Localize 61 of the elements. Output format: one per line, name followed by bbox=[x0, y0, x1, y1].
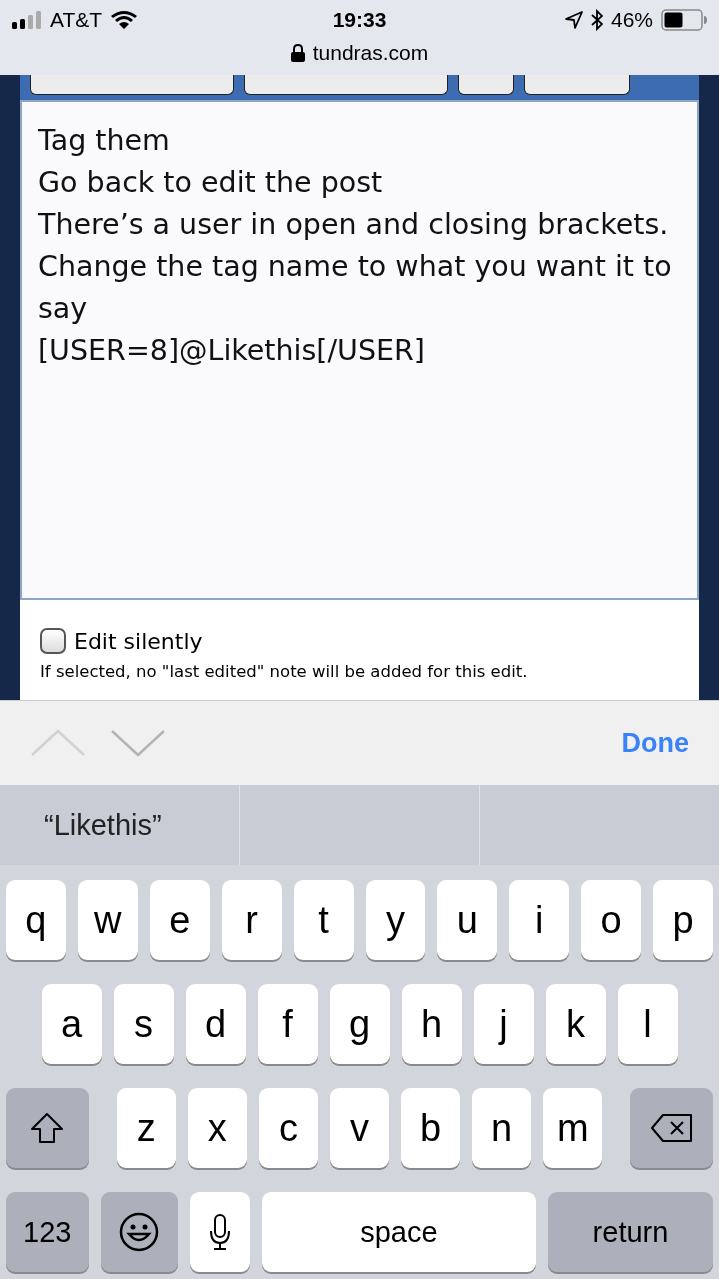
address-url[interactable]: tundras.com bbox=[312, 41, 429, 65]
letter-key[interactable]: i bbox=[509, 880, 570, 960]
text-line: Go back to edit the post bbox=[38, 165, 384, 201]
checkbox[interactable] bbox=[40, 628, 66, 654]
letter-key[interactable]: p bbox=[653, 880, 714, 960]
letter-key[interactable]: z bbox=[116, 1088, 176, 1168]
letter-key[interactable]: v bbox=[329, 1088, 390, 1168]
wifi-icon bbox=[110, 10, 139, 30]
letter-key[interactable]: h bbox=[401, 984, 462, 1064]
return-key[interactable]: return bbox=[548, 1192, 713, 1272]
location-arrow-icon bbox=[564, 11, 583, 29]
letter-key[interactable]: u bbox=[437, 880, 498, 960]
letter-key[interactable]: a bbox=[41, 984, 102, 1064]
letter-key[interactable]: r bbox=[221, 880, 282, 960]
space-key[interactable]: space bbox=[261, 1192, 536, 1272]
delete-key[interactable] bbox=[630, 1088, 713, 1168]
shift-icon bbox=[30, 1112, 65, 1144]
letter-key[interactable]: s bbox=[113, 984, 174, 1064]
battery-icon bbox=[661, 9, 707, 31]
toolbar-button-group[interactable] bbox=[30, 75, 234, 95]
letter-key[interactable]: m bbox=[543, 1088, 603, 1168]
letter-key[interactable]: g bbox=[329, 984, 390, 1064]
letter-key[interactable]: n bbox=[472, 1088, 532, 1168]
checkbox-label[interactable]: Edit silently bbox=[74, 628, 203, 654]
hint-text: If selected, no "last edited" note will be added for this edit. bbox=[40, 662, 529, 681]
carrier-name: AT&T bbox=[50, 8, 103, 32]
letter-key[interactable]: j bbox=[473, 984, 534, 1064]
text-line: Change the tag name to what you want it to say bbox=[38, 249, 673, 327]
text-line: [USER=8]@Likethis[/USER] bbox=[38, 333, 426, 369]
emoji-key[interactable] bbox=[100, 1192, 179, 1272]
letter-key[interactable]: l bbox=[617, 984, 678, 1064]
backspace-icon bbox=[649, 1113, 694, 1143]
microphone-icon bbox=[207, 1213, 232, 1251]
letter-key[interactable]: x bbox=[187, 1088, 247, 1168]
letter-key[interactable]: e bbox=[149, 880, 210, 960]
next-field-icon[interactable] bbox=[110, 729, 166, 757]
toolbar-button[interactable] bbox=[458, 75, 514, 95]
text-line: There’s a user in open and closing brackets. bbox=[38, 207, 670, 243]
signal-icon bbox=[12, 11, 42, 29]
shift-key[interactable] bbox=[6, 1088, 89, 1168]
emoji-icon bbox=[119, 1212, 160, 1252]
letter-key[interactable]: k bbox=[545, 984, 606, 1064]
numbers-key[interactable]: 123 bbox=[6, 1192, 89, 1272]
battery-percent: 46% bbox=[610, 8, 653, 32]
text-line: Tag them bbox=[38, 123, 171, 159]
toolbar-button-group[interactable] bbox=[244, 75, 448, 95]
toolbar-button[interactable] bbox=[524, 75, 630, 95]
message-editor[interactable]: Tag them Go back to edit the post There’s a user in open and closing brackets. Change the tag name to what you want it to say [USER=8]@Likethis[/USER] bbox=[20, 100, 699, 600]
letter-key[interactable]: b bbox=[401, 1088, 461, 1168]
letter-key[interactable]: c bbox=[258, 1088, 318, 1168]
letter-key[interactable]: o bbox=[581, 880, 642, 960]
letter-key[interactable]: y bbox=[365, 880, 426, 960]
letter-key[interactable]: d bbox=[185, 984, 246, 1064]
letter-key[interactable]: w bbox=[77, 880, 138, 960]
letter-key[interactable]: t bbox=[293, 880, 354, 960]
bluetooth-icon bbox=[590, 9, 603, 31]
letter-key[interactable]: f bbox=[257, 984, 318, 1064]
dictation-key[interactable] bbox=[190, 1192, 250, 1272]
clock-time: 19:33 bbox=[332, 8, 387, 32]
lock-icon bbox=[290, 44, 305, 62]
letter-key[interactable]: q bbox=[5, 880, 66, 960]
